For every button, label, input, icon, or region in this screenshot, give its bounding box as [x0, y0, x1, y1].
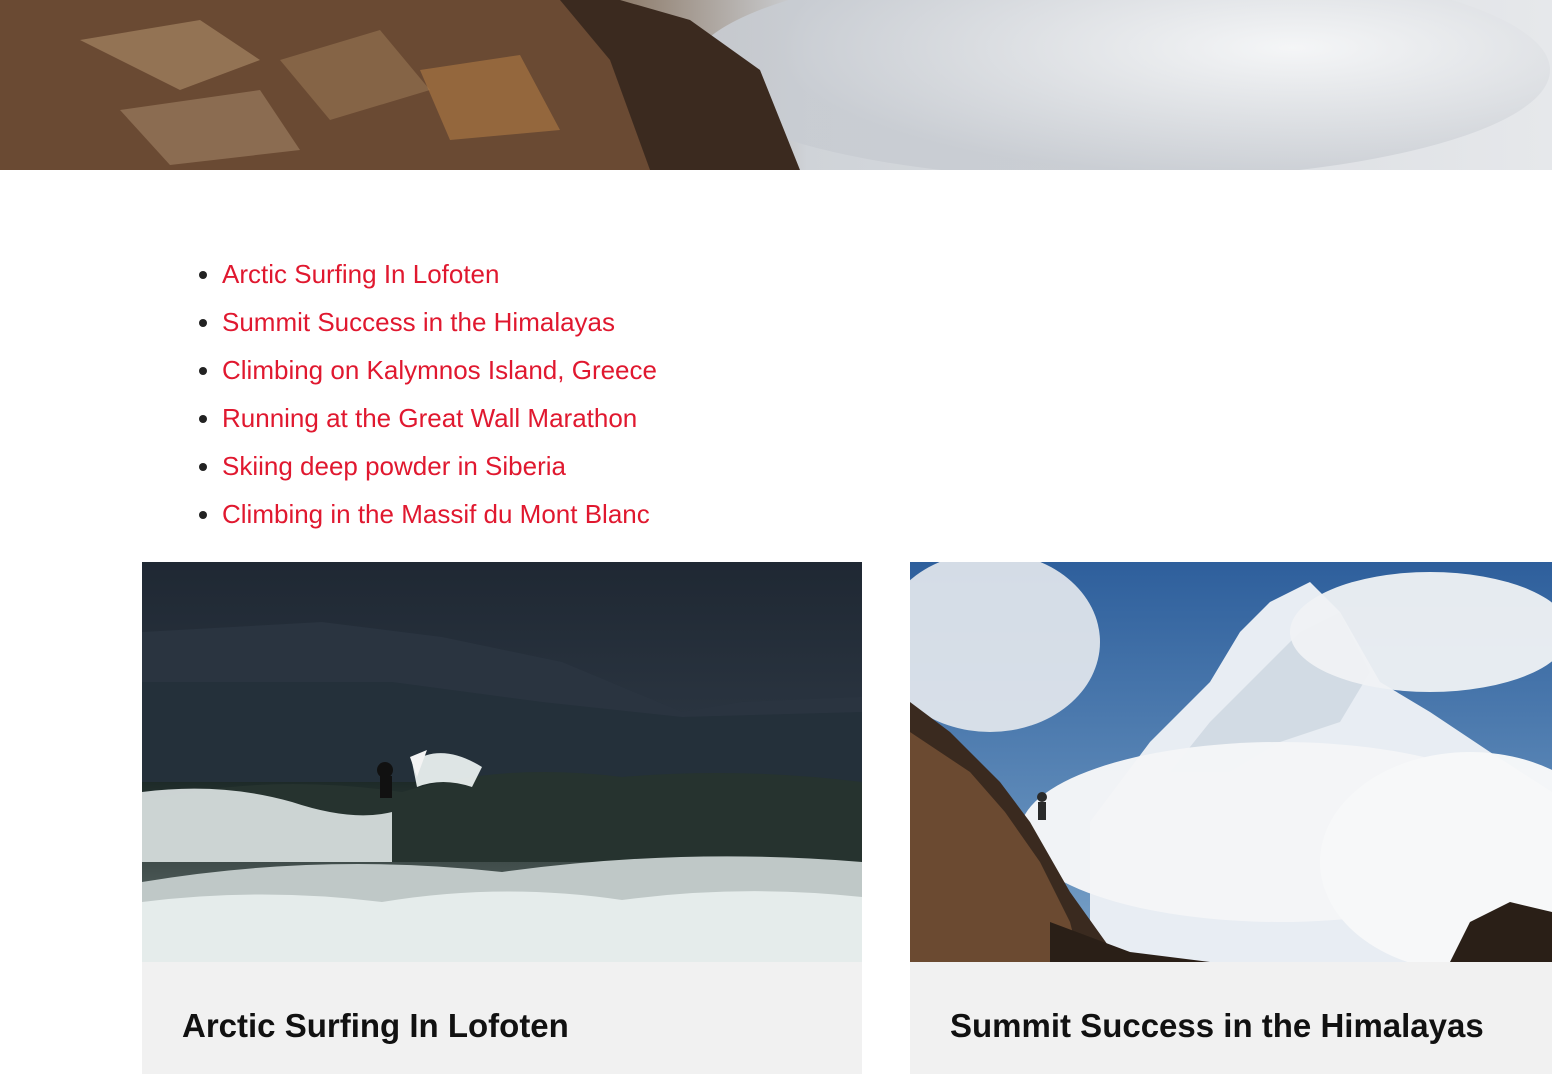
arctic-surf-image: [142, 562, 862, 962]
list-item: Running at the Great Wall Marathon: [222, 394, 657, 442]
story-link[interactable]: Arctic Surfing In Lofoten: [222, 259, 499, 289]
story-link[interactable]: Skiing deep powder in Siberia: [222, 451, 566, 481]
story-link-list: Arctic Surfing In Lofoten Summit Success…: [190, 250, 657, 538]
card-title[interactable]: Summit Success in the Himalayas: [910, 962, 1552, 1048]
story-link[interactable]: Climbing on Kalymnos Island, Greece: [222, 355, 657, 385]
hero-image: [0, 0, 1552, 170]
list-item: Summit Success in the Himalayas: [222, 298, 657, 346]
list-item: Skiing deep powder in Siberia: [222, 442, 657, 490]
list-item: Arctic Surfing In Lofoten: [222, 250, 657, 298]
card-title[interactable]: Arctic Surfing In Lofoten: [142, 962, 862, 1048]
story-card-arctic-surfing[interactable]: Arctic Surfing In Lofoten: [142, 562, 862, 1074]
list-item: Climbing in the Massif du Mont Blanc: [222, 490, 657, 538]
himalaya-summit-image: [910, 562, 1552, 962]
story-card-himalaya-summit[interactable]: Summit Success in the Himalayas: [910, 562, 1552, 1074]
story-link[interactable]: Summit Success in the Himalayas: [222, 307, 615, 337]
list-item: Climbing on Kalymnos Island, Greece: [222, 346, 657, 394]
story-link[interactable]: Running at the Great Wall Marathon: [222, 403, 637, 433]
story-link[interactable]: Climbing in the Massif du Mont Blanc: [222, 499, 650, 529]
